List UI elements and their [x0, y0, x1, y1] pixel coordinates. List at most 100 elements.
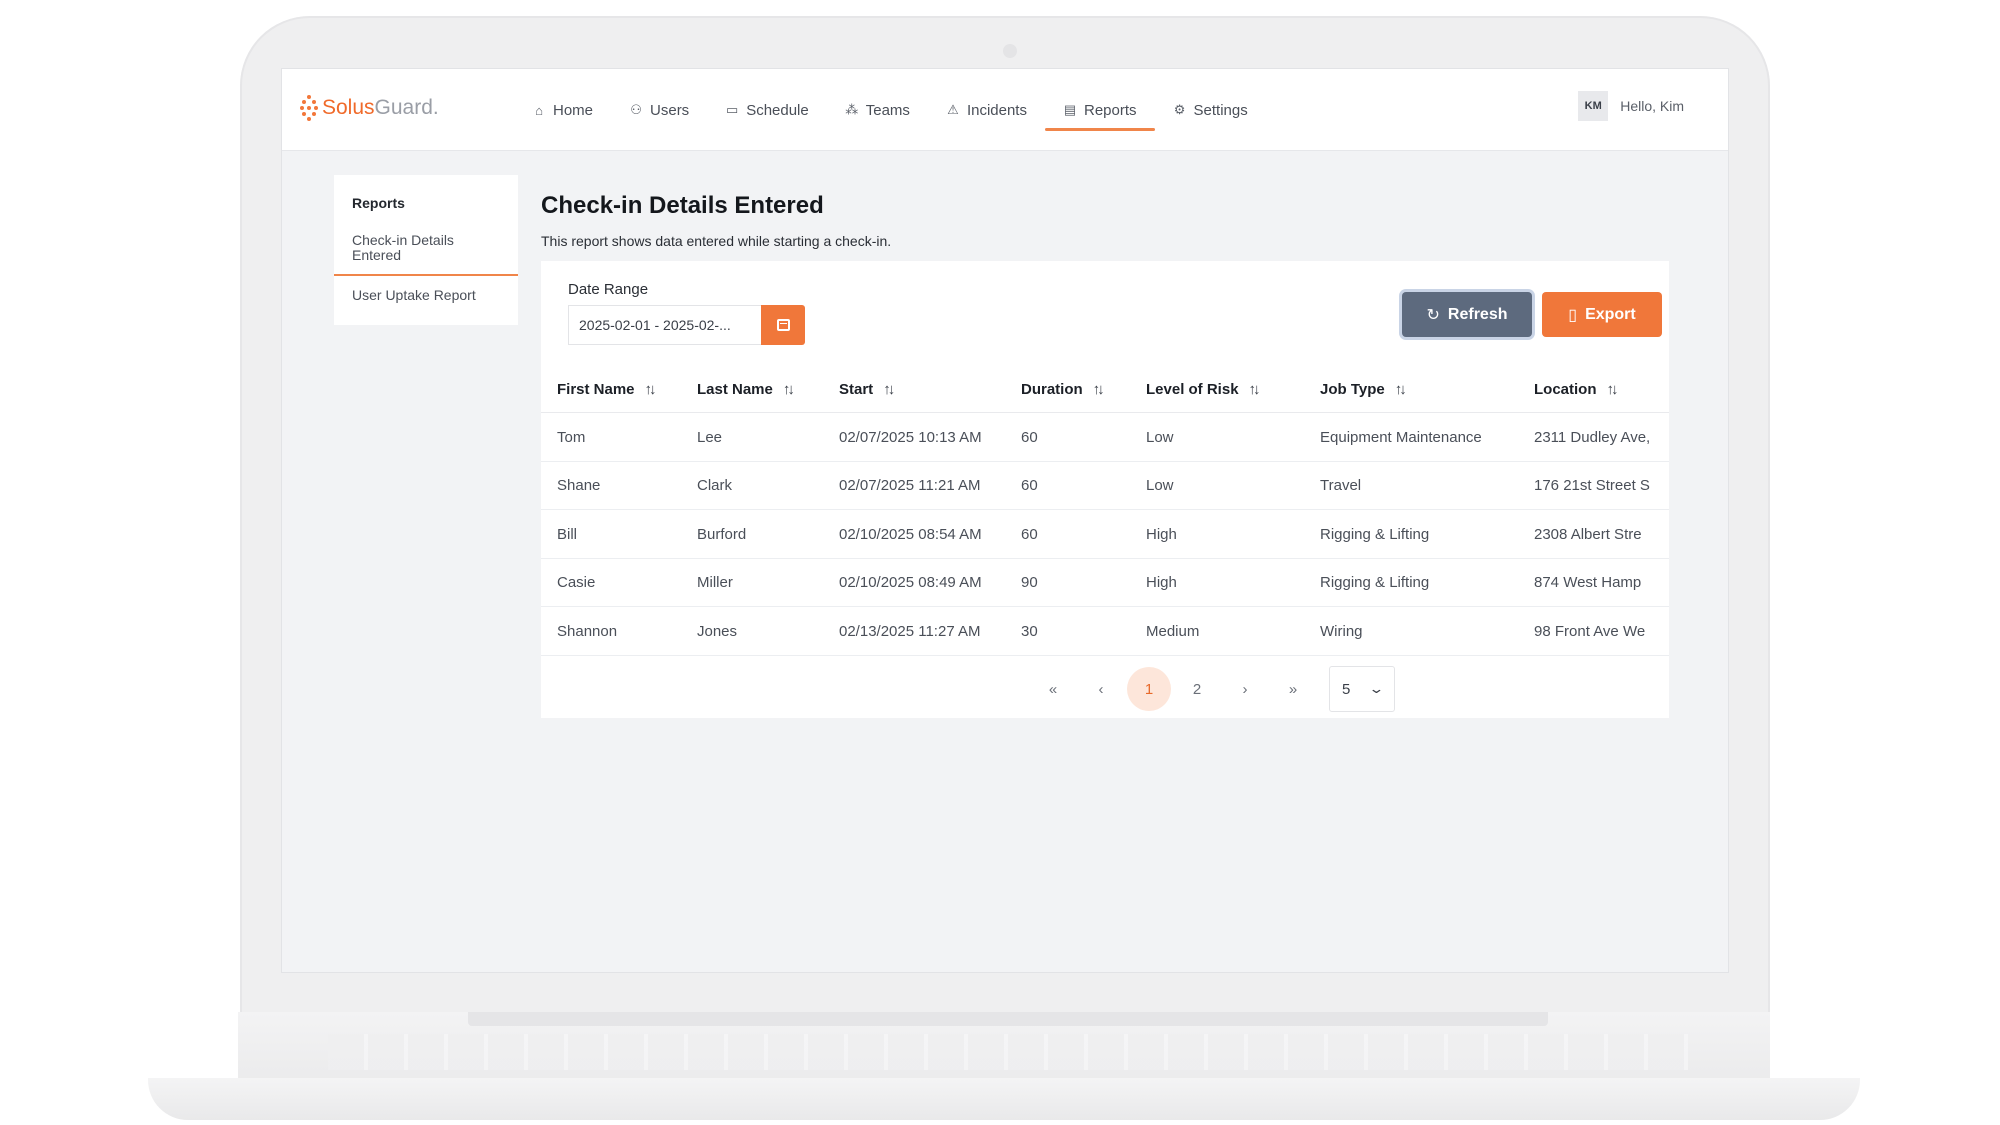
date-picker-button[interactable]: [761, 305, 805, 345]
refresh-label: Refresh: [1447, 305, 1508, 323]
laptop-keyboard: [328, 1034, 1688, 1070]
table-cell: 98 Front Ave We: [1534, 622, 1646, 640]
column-header-start[interactable]: Start ↑↓: [839, 365, 999, 413]
table-row[interactable]: Bill Burford 02/10/2025 08:54 AM 60 High Rigg…: [541, 510, 1669, 559]
prev-page-button[interactable]: ‹: [1079, 667, 1123, 711]
page-description: This report shows data entered while sta…: [541, 233, 892, 249]
table-cell: Rigging & Lifting: [1320, 525, 1430, 543]
export-button[interactable]: ▯ Export: [1542, 292, 1662, 337]
table-cell: 30: [1021, 622, 1038, 640]
table-cell: Lee: [697, 428, 723, 446]
brand-logo[interactable]: Solus Guard.: [300, 95, 439, 121]
chevron-down-icon: ⌄: [1368, 681, 1385, 696]
main-nav: ⌂ Home ⚇ Users ▭ Schedule ⁂ Teams ⚠ Incidents ▤ Rep…: [514, 69, 1266, 151]
next-page-button[interactable]: ›: [1223, 667, 1267, 711]
table-cell: 60: [1021, 525, 1038, 543]
table-cell: 02/10/2025 08:54 AM: [839, 525, 982, 543]
table-cell: Travel: [1320, 477, 1362, 494]
date-range-input[interactable]: 2025-02-01 - 2025-02-...: [568, 305, 761, 345]
file-icon: ▯: [1568, 306, 1578, 324]
sidebar-item-user-uptake[interactable]: User Uptake Report: [352, 288, 476, 303]
table-cell: 874 West Hamp: [1534, 574, 1642, 591]
column-header-first-name[interactable]: First Name ↑↓: [557, 365, 687, 413]
report-icon: ▤: [1063, 102, 1077, 117]
table-cell: Clark: [697, 477, 733, 494]
page-title: Check-in Details Entered: [541, 192, 824, 219]
table-cell: 2311 Dudley Ave,: [1534, 428, 1651, 446]
column-header-label: First Name: [557, 380, 635, 398]
laptop-base: [148, 1012, 1860, 1122]
column-header-job-type[interactable]: Job Type ↑↓: [1320, 365, 1520, 413]
sort-icon[interactable]: ↑↓: [645, 381, 657, 398]
column-header-label: Start: [839, 380, 874, 398]
brand-name-part1: Solus: [322, 96, 375, 119]
laptop-camera: [1003, 44, 1017, 58]
table-cell: 02/13/2025 11:27 AM: [839, 622, 981, 640]
table-cell: 02/07/2025 11:21 AM: [839, 477, 981, 494]
nav-item-incidents[interactable]: ⚠ Incidents: [928, 69, 1045, 151]
nav-item-teams[interactable]: ⁂ Teams: [827, 69, 928, 151]
nav-item-schedule[interactable]: ▭ Schedule: [707, 69, 827, 151]
sort-icon[interactable]: ↑↓: [1607, 381, 1619, 398]
app-screen: Solus Guard. ⌂ Home ⚇ Users ▭ Schedule ⁂ Teams ⚠ I…: [281, 68, 1729, 973]
table-cell: Miller: [697, 574, 733, 591]
nav-label: Reports: [1083, 101, 1137, 119]
refresh-icon: ↻: [1426, 306, 1440, 324]
last-page-button[interactable]: »: [1271, 667, 1315, 711]
rows-per-page-select[interactable]: 5 ⌄: [1329, 666, 1395, 712]
teams-icon: ⁂: [845, 102, 859, 117]
table-cell: Tom: [557, 428, 586, 446]
sidebar-item-check-in-details[interactable]: Check-in Details Entered: [352, 233, 502, 263]
column-header-label: Duration: [1021, 380, 1083, 398]
pagination: « ‹ 1 2 › » 5 ⌄: [1031, 666, 1395, 712]
table-row[interactable]: Shannon Jones 02/13/2025 11:27 AM 30 Medium W…: [541, 607, 1669, 656]
table-row[interactable]: Casie Miller 02/10/2025 08:49 AM 90 High Rigg…: [541, 559, 1669, 607]
column-header-label: Location: [1534, 380, 1597, 398]
table-row[interactable]: Shane Clark 02/07/2025 11:21 AM 60 Low Travel…: [541, 462, 1669, 510]
laptop-front-edge: [148, 1078, 1860, 1120]
laptop-hinge: [468, 1012, 1548, 1026]
table-cell: 90: [1021, 574, 1038, 591]
nav-item-home[interactable]: ⌂ Home: [514, 69, 611, 151]
calendar-icon: [776, 319, 790, 331]
report-table: First Name ↑↓ Last Name ↑↓ Start ↑↓ Duration ↑↓…: [541, 365, 1669, 656]
column-header-label: Job Type: [1320, 380, 1385, 398]
table-body: Tom Lee 02/07/2025 10:13 AM 60 Low Equipment …: [541, 413, 1669, 656]
table-cell: 02/10/2025 08:49 AM: [839, 574, 982, 591]
column-header-duration[interactable]: Duration ↑↓: [1021, 365, 1131, 413]
column-header-label: Level of Risk: [1146, 380, 1239, 398]
sort-icon[interactable]: ↑↓: [883, 381, 895, 398]
refresh-button[interactable]: ↻ Refresh: [1402, 292, 1532, 337]
first-page-button[interactable]: «: [1031, 667, 1075, 711]
column-header-last-name[interactable]: Last Name ↑↓: [697, 365, 827, 413]
table-cell: Jones: [697, 622, 738, 640]
rows-per-page-value: 5: [1342, 680, 1351, 698]
table-cell: Shane: [557, 477, 601, 494]
column-header-label: Last Name: [697, 380, 773, 398]
table-cell: 60: [1021, 428, 1038, 446]
nav-label: Incidents: [966, 101, 1027, 119]
table-cell: 2308 Albert Stre: [1534, 525, 1642, 543]
column-header-location[interactable]: Location ↑↓: [1534, 365, 1666, 413]
table-cell: 02/07/2025 10:13 AM: [839, 428, 982, 446]
table-cell: Shannon: [557, 622, 618, 640]
user-menu[interactable]: KM Hello, Kim: [1578, 91, 1684, 121]
home-icon: ⌂: [535, 102, 543, 118]
sort-icon[interactable]: ↑↓: [1395, 381, 1407, 398]
avatar[interactable]: KM: [1578, 91, 1609, 121]
nav-label: Home: [553, 101, 594, 119]
column-header-level-of-risk[interactable]: Level of Risk ↑↓: [1146, 365, 1286, 413]
sort-icon[interactable]: ↑↓: [783, 381, 795, 398]
nav-item-reports[interactable]: ▤ Reports: [1044, 69, 1155, 151]
report-card: Date Range 2025-02-01 - 2025-02-... ↻ Re…: [541, 261, 1669, 718]
table-cell: Bill: [557, 525, 578, 543]
nav-item-users[interactable]: ⚇ Users: [611, 69, 707, 151]
page-button-2[interactable]: 2: [1175, 667, 1219, 711]
sort-icon[interactable]: ↑↓: [1249, 381, 1261, 398]
table-row[interactable]: Tom Lee 02/07/2025 10:13 AM 60 Low Equipment …: [541, 413, 1669, 462]
sort-icon[interactable]: ↑↓: [1093, 381, 1105, 398]
user-greeting: Hello, Kim: [1620, 98, 1684, 114]
page-button-1[interactable]: 1: [1127, 667, 1171, 711]
table-cell: Medium: [1146, 622, 1200, 640]
nav-item-settings[interactable]: ⚙ Settings: [1155, 69, 1266, 151]
